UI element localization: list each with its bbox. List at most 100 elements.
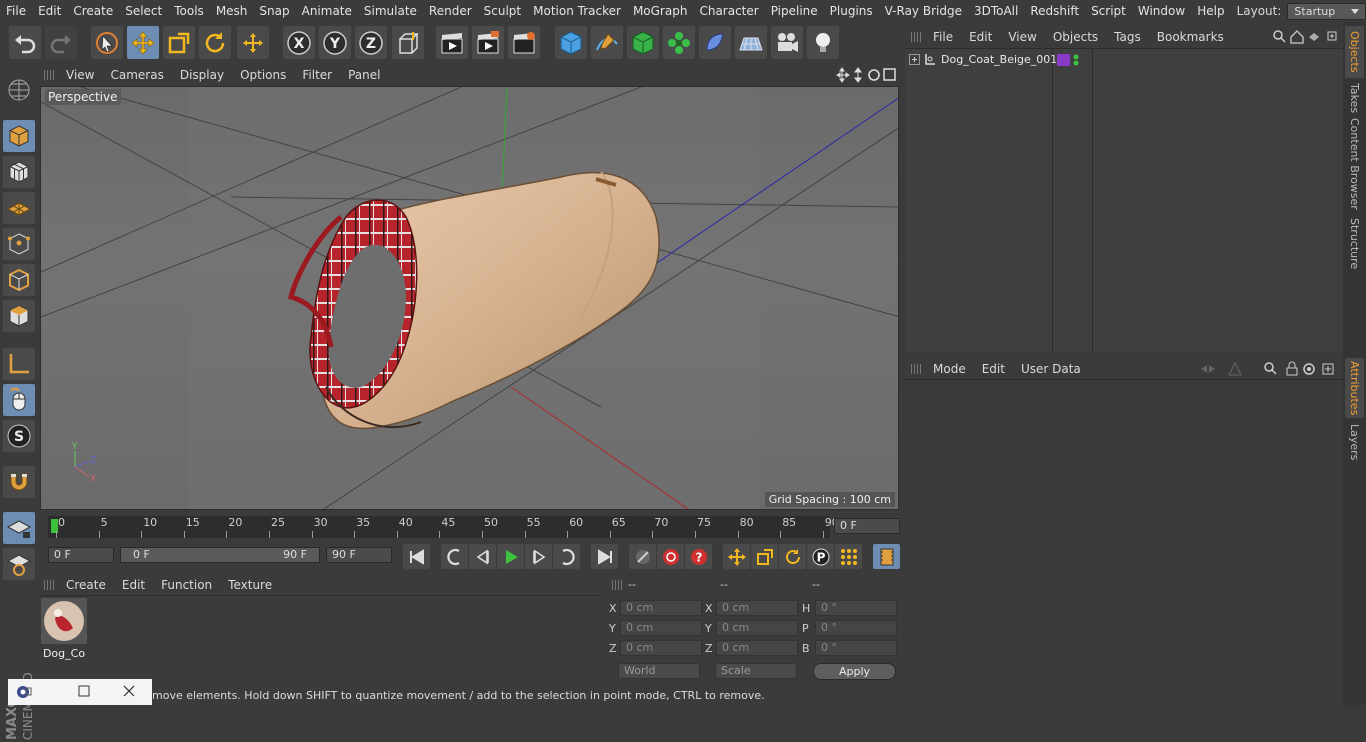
rotation-h-field[interactable]: 0 ° — [815, 600, 897, 616]
object-manager-nav-icons[interactable] — [1273, 29, 1339, 45]
viewport-menu-filter[interactable]: Filter — [294, 68, 340, 82]
render-settings-button[interactable] — [508, 26, 540, 59]
viewport-menu-display[interactable]: Display — [172, 68, 232, 82]
key-scale-button[interactable] — [751, 544, 778, 569]
add-deformer-button[interactable] — [699, 26, 731, 59]
tab-layers[interactable]: Layers — [1345, 420, 1364, 464]
size-x-field[interactable]: 0 cm — [716, 600, 798, 616]
size-y-field[interactable]: 0 cm — [716, 620, 798, 636]
layer-color-swatch[interactable] — [1057, 54, 1070, 66]
menu-simulate[interactable]: Simulate — [358, 0, 423, 22]
menu-snap[interactable]: Snap — [253, 0, 295, 22]
size-mode-select[interactable]: Scale — [715, 663, 797, 679]
next-frame-button[interactable] — [525, 544, 552, 569]
undo-button[interactable] — [9, 26, 41, 59]
current-frame-field[interactable]: 0 F — [834, 518, 900, 534]
texture-mode-button[interactable] — [3, 156, 35, 188]
key-rotation-button[interactable] — [779, 544, 806, 569]
previous-frame-button[interactable] — [469, 544, 496, 569]
object-menu-edit[interactable]: Edit — [961, 30, 1000, 44]
viewport-menu-view[interactable]: View — [58, 68, 102, 82]
add-spline-button[interactable] — [591, 26, 623, 59]
rotation-b-field[interactable]: 0 ° — [815, 640, 897, 656]
object-menu-objects[interactable]: Objects — [1045, 30, 1106, 44]
position-z-field[interactable]: 0 cm — [620, 640, 702, 656]
expand-plus-icon[interactable] — [909, 54, 920, 65]
menu-render[interactable]: Render — [423, 0, 478, 22]
menu-vray-bridge[interactable]: V-Ray Bridge — [879, 0, 968, 22]
object-menu-view[interactable]: View — [1000, 30, 1044, 44]
menu-help[interactable]: Help — [1191, 0, 1230, 22]
menu-sculpt[interactable]: Sculpt — [478, 0, 527, 22]
start-frame-field[interactable]: 0 F — [48, 547, 114, 563]
menu-create[interactable]: Create — [67, 0, 119, 22]
close-icon[interactable] — [122, 684, 136, 698]
material-menu-create[interactable]: Create — [58, 578, 114, 592]
position-y-field[interactable]: 0 cm — [620, 620, 702, 636]
cinema4d-app-icon[interactable] — [16, 685, 32, 699]
render-picture-viewer-button[interactable] — [472, 26, 504, 59]
x-axis-lock-button[interactable]: X — [283, 26, 315, 59]
viewport-menu-cameras[interactable]: Cameras — [102, 68, 171, 82]
menu-animate[interactable]: Animate — [296, 0, 358, 22]
material-swatch[interactable]: Dog_Co — [41, 598, 87, 660]
rotate-tool-button[interactable] — [199, 26, 231, 59]
menu-select[interactable]: Select — [119, 0, 168, 22]
material-menu-edit[interactable]: Edit — [114, 578, 153, 592]
play-button[interactable] — [497, 544, 524, 569]
menu-mograph[interactable]: MoGraph — [627, 0, 694, 22]
add-floor-button[interactable] — [735, 26, 767, 59]
go-to-end-button[interactable] — [591, 544, 618, 569]
menu-mesh[interactable]: Mesh — [210, 0, 254, 22]
maximize-icon[interactable] — [78, 685, 90, 697]
tab-content-browser[interactable]: Content Browser — [1345, 118, 1364, 210]
menu-window[interactable]: Window — [1132, 0, 1191, 22]
viewport-nav-icons[interactable] — [836, 67, 896, 83]
record-button[interactable] — [657, 544, 684, 569]
snapping-button[interactable]: S — [3, 420, 35, 452]
redo-button[interactable] — [45, 26, 77, 59]
perspective-viewport[interactable]: Y Z X Perspective Grid Spacing : 100 cm — [40, 86, 899, 510]
add-cube-button[interactable] — [555, 26, 587, 59]
menu-script[interactable]: Script — [1085, 0, 1132, 22]
object-menu-tags[interactable]: Tags — [1106, 30, 1149, 44]
polygons-mode-button[interactable] — [3, 300, 35, 332]
add-camera-button[interactable] — [771, 26, 803, 59]
attribute-menu-mode[interactable]: Mode — [925, 362, 974, 376]
tab-structure[interactable]: Structure — [1345, 214, 1364, 274]
menu-3dtoall[interactable]: 3DToAll — [968, 0, 1024, 22]
object-menu-bookmarks[interactable]: Bookmarks — [1149, 30, 1232, 44]
render-view-button[interactable] — [436, 26, 468, 59]
next-key-button[interactable] — [553, 544, 580, 569]
model-mode-button[interactable] — [3, 120, 35, 152]
object-row-dog-coat[interactable]: Dog_Coat_Beige_001 — [905, 51, 1343, 69]
key-parameter-button[interactable]: P — [807, 544, 834, 569]
axis-mode-button[interactable] — [3, 348, 35, 380]
add-mograph-button[interactable] — [663, 26, 695, 59]
tab-attributes[interactable]: Attributes — [1345, 358, 1364, 418]
coordinate-space-select[interactable]: World — [618, 663, 700, 679]
previous-key-button[interactable] — [441, 544, 468, 569]
add-generator-button[interactable] — [627, 26, 659, 59]
attribute-menu-edit[interactable]: Edit — [974, 362, 1013, 376]
attribute-manager-nav-icons[interactable] — [1199, 361, 1339, 377]
material-menu-texture[interactable]: Texture — [220, 578, 280, 592]
timeline-ruler[interactable]: 0 5 10 15 20 25 30 35 40 45 50 55 60 65 70 75 80 85 90 — [48, 516, 839, 538]
menu-motion-tracker[interactable]: Motion Tracker — [527, 0, 627, 22]
viewport-menu-panel[interactable]: Panel — [340, 68, 388, 82]
visibility-dots-icon[interactable] — [1072, 53, 1080, 67]
tab-objects[interactable]: Objects — [1345, 26, 1364, 78]
y-axis-lock-button[interactable]: Y — [319, 26, 351, 59]
add-light-button[interactable] — [807, 26, 839, 59]
menu-tools[interactable]: Tools — [168, 0, 210, 22]
coordinate-system-button[interactable] — [392, 26, 424, 59]
make-editable-button[interactable] — [3, 74, 35, 106]
attribute-menu-user-data[interactable]: User Data — [1013, 362, 1089, 376]
material-menu-function[interactable]: Function — [153, 578, 220, 592]
position-x-field[interactable]: 0 cm — [620, 600, 702, 616]
planar-workplane-button[interactable] — [3, 548, 35, 580]
locked-workplane-button[interactable] — [3, 512, 35, 544]
rotation-p-field[interactable]: 0 ° — [815, 620, 897, 636]
record-settings-button[interactable] — [629, 544, 656, 569]
object-menu-file[interactable]: File — [925, 30, 961, 44]
